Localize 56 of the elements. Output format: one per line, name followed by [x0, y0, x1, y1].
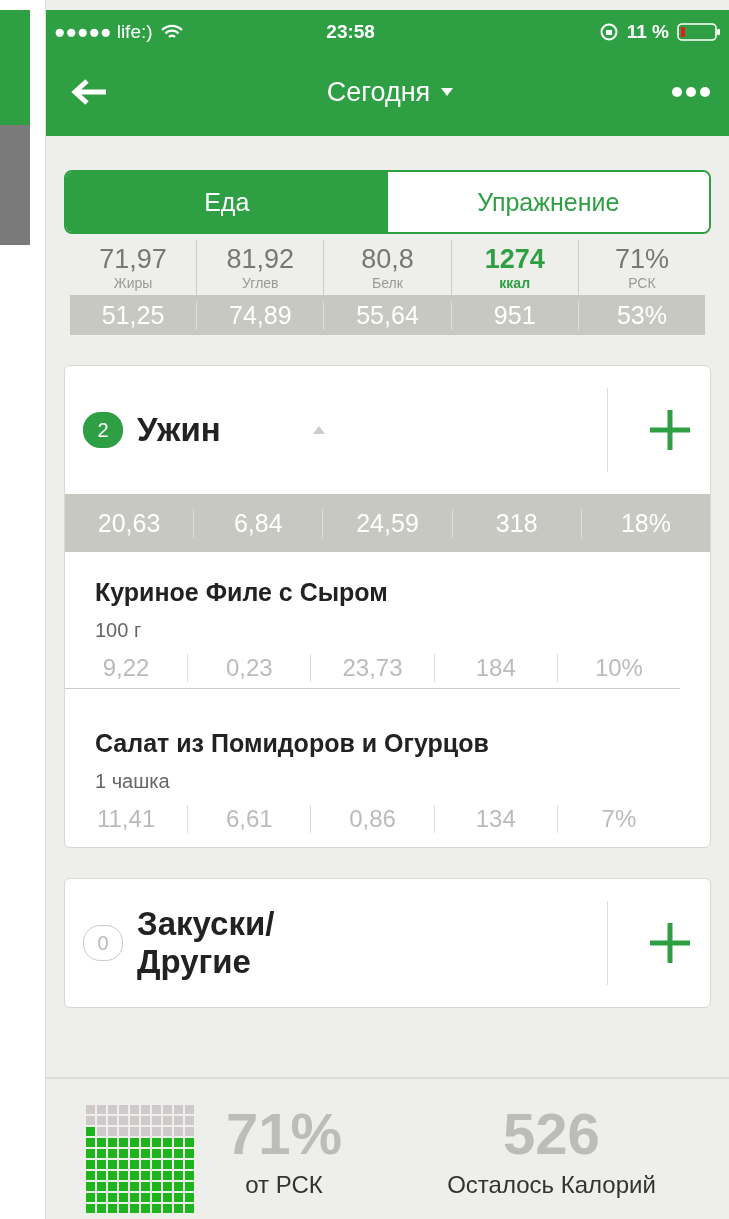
nutrient-total: 81,92: [226, 244, 295, 275]
meal-title: Ужин: [137, 411, 222, 449]
nutrient-total: 1274: [484, 244, 545, 275]
meal-total-value: 24,59: [322, 508, 452, 538]
food-name: Салат из Помидоров и Огурцов: [95, 729, 490, 758]
add-button[interactable]: [607, 901, 692, 985]
tab[interactable]: Еда: [66, 172, 388, 232]
food-nutrient-value: 23,73: [310, 654, 434, 682]
remaining-value: 55,64: [323, 300, 451, 330]
food-name: Куриное Филе с Сыром: [95, 578, 389, 607]
tab[interactable]: Упражнение: [387, 172, 709, 232]
nutrient-label: Белк: [372, 275, 403, 291]
food-nutrient-value: 10%: [556, 654, 680, 682]
count-badge: 2: [83, 412, 123, 448]
food-nutrient-value: 134: [433, 805, 557, 833]
carrier-label: ●●●●● life:): [54, 21, 153, 43]
clock-time: 23:58: [325, 21, 376, 43]
food-nutrient-value: 9,22: [101, 654, 151, 682]
food-nutrient-value: 11,41: [95, 805, 157, 833]
meal-total-value: 18%: [580, 508, 710, 538]
nutrient-total: 71,97: [99, 244, 167, 275]
food-nutrient-value: 0,23: [187, 654, 311, 682]
date-dropdown[interactable]: Сегодня: [322, 72, 459, 112]
food-item[interactable]: Куриное Филе с Сыром 100 г 9,22 0,23 23,73 184 10%: [65, 552, 710, 703]
battery-percent: 11 %: [626, 21, 669, 43]
count-badge: 0: [83, 925, 123, 961]
meal-total-value: 318: [451, 508, 581, 538]
remaining-value: 51,25: [100, 300, 166, 330]
nutrient-label: Жиры: [113, 275, 153, 291]
battery-icon: [677, 22, 721, 42]
food-nutrient-value: 0,86: [310, 805, 434, 833]
caret-icon[interactable]: [440, 87, 455, 97]
nutrient-label: РСК: [628, 275, 656, 291]
meal-total-value: 20,63: [96, 508, 162, 538]
calories-label: Осталось Калорий: [447, 1170, 656, 1199]
wifi-icon: [160, 24, 183, 40]
food-amount: 100 г: [95, 619, 143, 642]
nutrient-label: ккал: [499, 275, 531, 291]
food-nutrient-value: 7%: [556, 805, 680, 833]
nutrient-label: Углев: [242, 275, 279, 291]
remaining-value: 951: [450, 300, 578, 330]
rotation-lock-icon: [598, 22, 619, 42]
plus-icon: [648, 921, 692, 965]
meal-total-value: 6,84: [193, 508, 323, 538]
nutrient-total: 71%: [614, 244, 669, 275]
remaining-value: 53%: [577, 300, 705, 330]
plus-icon: [648, 408, 692, 452]
remaining-value: 74,89: [196, 300, 324, 330]
food-amount: 1 чашка: [95, 770, 171, 793]
food-nutrient-value: 6,61: [187, 805, 311, 833]
meal-title: Закуски/ Другие: [137, 905, 276, 981]
nutrient-total: 80,8: [361, 244, 414, 275]
percent-label: от РСК: [245, 1170, 323, 1199]
food-item[interactable]: Салат из Помидоров и Огурцов 1 чашка 11,41 6,61 0,86 134 7%: [65, 703, 710, 847]
food-nutrient-value: 184: [433, 654, 557, 682]
add-button[interactable]: [607, 388, 692, 472]
